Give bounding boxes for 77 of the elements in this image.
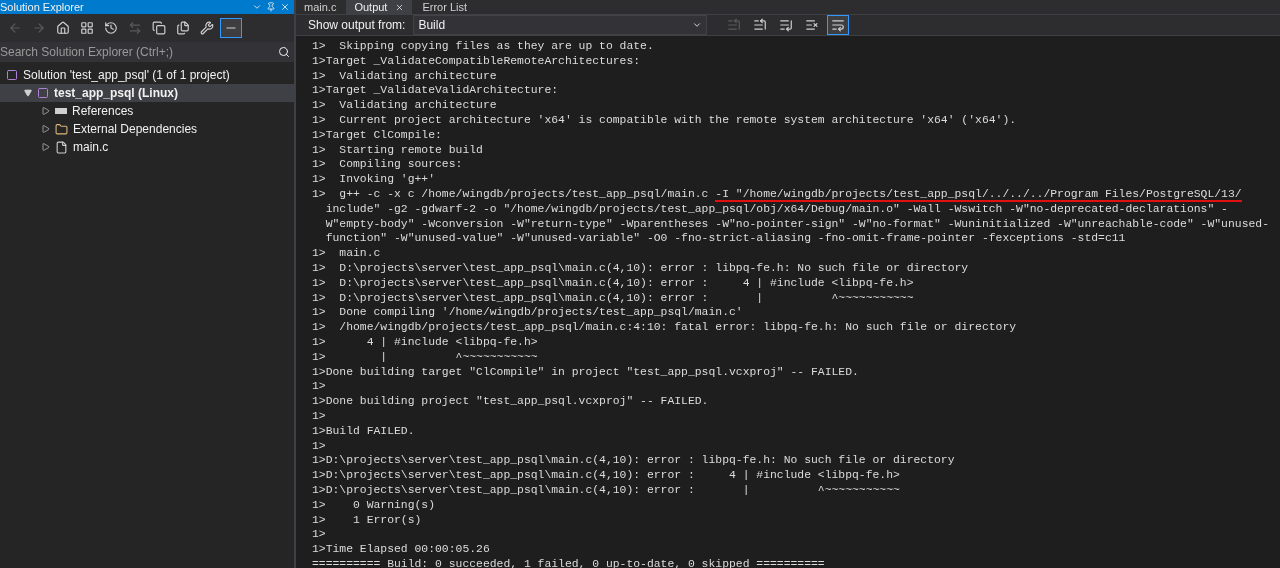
search-icon: [278, 46, 290, 58]
tab[interactable]: Output: [346, 0, 413, 14]
output-line: 1> Starting remote build: [312, 142, 484, 158]
collapsed-arrow-icon[interactable]: [42, 125, 50, 133]
list-icon: [727, 18, 742, 32]
output-source-dropdown[interactable]: Build: [413, 15, 708, 35]
list-up-icon: [753, 18, 768, 32]
arrows-icon: [128, 21, 142, 35]
output-line: 1> Validating architecture: [312, 98, 498, 113]
folder-icon: [55, 122, 68, 136]
collapsed-arrow-icon[interactable]: [42, 107, 50, 115]
tree-item[interactable]: test_app_psql (Linux): [0, 84, 294, 102]
output-line: 1> g++ -c -x c /home/wingdb/projects/test_app_psql/main.c -I "/home/wingdb/projects/test_app_psql/../../../Program Files/PostgreSQL/13/: [312, 186, 1243, 202]
output-line: 1> D:\projects\server\test_app_psql\main.c(4,10): error : 4 | #include <libpq-fe.h>: [312, 275, 915, 291]
back-icon: [8, 21, 22, 35]
close-icon[interactable]: [395, 2, 405, 12]
references-icon: [55, 108, 67, 114]
output-line: 1>Target ClCompile:: [312, 127, 443, 143]
output-line: 1> 4 | #include <libpq-fe.h>: [312, 334, 539, 350]
dropdown-icon: [692, 20, 703, 30]
wrench-icon: [200, 21, 214, 35]
output-line: 1> 0 Warning(s): [312, 497, 437, 513]
tab[interactable]: main.c: [296, 0, 345, 14]
close-icon[interactable]: [280, 2, 290, 12]
output-line: 1>Done building project "test_app_psql.vcxproj" -- FAILED.: [312, 394, 710, 409]
home-icon: [56, 21, 70, 35]
clock-icon: [104, 21, 118, 35]
search-field[interactable]: Search Solution Explorer (Ctrl+;): [0, 42, 294, 62]
output-line: 1>Target _ValidateCompatibleRemoteArchitectures:: [312, 53, 642, 69]
word-wrap-icon: [831, 18, 846, 32]
output-line: 1> D:\projects\server\test_app_psql\main.c(4,10): error : libpq-fe.h: No such file or directory: [312, 260, 970, 276]
tab[interactable]: Error List: [414, 0, 476, 14]
output-line: 1>Target _ValidateValidArchitecture:: [312, 83, 560, 99]
output-line: 1>: [312, 408, 327, 424]
expanded-arrow-icon[interactable]: [24, 89, 32, 97]
file-icon: [55, 140, 68, 154]
output-line: 1> Compiling sources:: [312, 157, 464, 173]
output-line: 1> Invoking 'g++': [312, 172, 437, 187]
output-line: 1>Time Elapsed 00:00:05.26: [312, 542, 491, 557]
stacked-pages-icon: [152, 21, 166, 35]
output-line: 1> Current project architecture 'x64' is compatible with the remote system architecture 'x64' ('x64').: [312, 113, 1018, 128]
files-icon: [176, 21, 190, 35]
tree-item[interactable]: References: [0, 102, 294, 120]
clear-list-icon: [805, 18, 820, 32]
toolbar-button[interactable]: [827, 15, 850, 35]
output-line: 1> Validating architecture: [312, 68, 498, 84]
tree-item[interactable]: main.c: [0, 138, 294, 156]
output-line: 1> Done compiling '/home/wingdb/projects/test_app_psql/main.c': [312, 305, 744, 321]
toolbar-button[interactable]: [220, 18, 242, 38]
collapsed-arrow-icon[interactable]: [42, 143, 50, 151]
output-line: 1> D:\projects\server\test_app_psql\main.c(4,10): error : | ^~~~~~~~~~~~: [312, 290, 915, 306]
output-line: 1>D:\projects\server\test_app_psql\main.c(4,10): error : | ^~~~~~~~~~~~: [312, 482, 901, 498]
output-line: 1> 1 Error(s): [312, 512, 423, 528]
output-line: 1>D:\projects\server\test_app_psql\main.c(4,10): error : 4 | #include <libpq-fe.h>: [312, 468, 901, 483]
output-line: 1>D:\projects\server\test_app_psql\main.c(4,10): error : libpq-fe.h: No such file or directory: [312, 453, 956, 469]
output-line: 1>: [312, 527, 327, 543]
project-icon: [37, 87, 49, 99]
tree-item[interactable]: Solution 'test_app_psql' (1 of 1 project): [0, 66, 294, 84]
output-line: 1>Build FAILED.: [312, 423, 416, 439]
output-line: 1>: [312, 379, 327, 395]
output-line: 1> main.c: [312, 246, 382, 261]
panel-title: Solution Explorer: [0, 0, 84, 14]
output-source-label: Show output from:: [308, 17, 406, 34]
output-line: 1> Skipping copying files as they are up to date.: [312, 39, 655, 54]
output-line: 1>Done building target "ClCompile" in project "test_app_psql.vcxproj" -- FAILED.: [312, 364, 860, 380]
list-down-icon: [779, 18, 794, 32]
output-line: include" -g2 -gdwarf-2 -o "/home/wingdb/projects/test_app_psql/obj/x64/Debug/main.o" -Wall -Wswitch -W"no-deprecated-declarations" -: [324, 201, 1229, 217]
tree-item[interactable]: External Dependencies: [0, 120, 294, 138]
forward-icon: [32, 21, 46, 35]
output-line: function" -W"unused-value" -W"unused-variable" -O0 -fno-strict-aliasing -fno-omit-frame-pointer -fexceptions -std=c11: [324, 231, 1127, 247]
grid-icon: [80, 21, 94, 35]
output-line: 1>: [312, 438, 327, 454]
solution-icon: [6, 69, 18, 81]
output-line: 1> /home/wingdb/projects/test_app_psql/main.c:4:10: fatal error: libpq-fe.h: No such file or directory: [312, 320, 1018, 335]
output-line: W"empty-body" -Wconversion -W"return-type" -Wparentheses -W"no-pointer-sign" -W"no-format" -Wuninitialized -W"unreachable-code" -W"unused-: [324, 216, 1270, 232]
pin-icon[interactable]: [266, 2, 276, 12]
output-line: 1> | ^~~~~~~~~~~~: [312, 349, 539, 365]
